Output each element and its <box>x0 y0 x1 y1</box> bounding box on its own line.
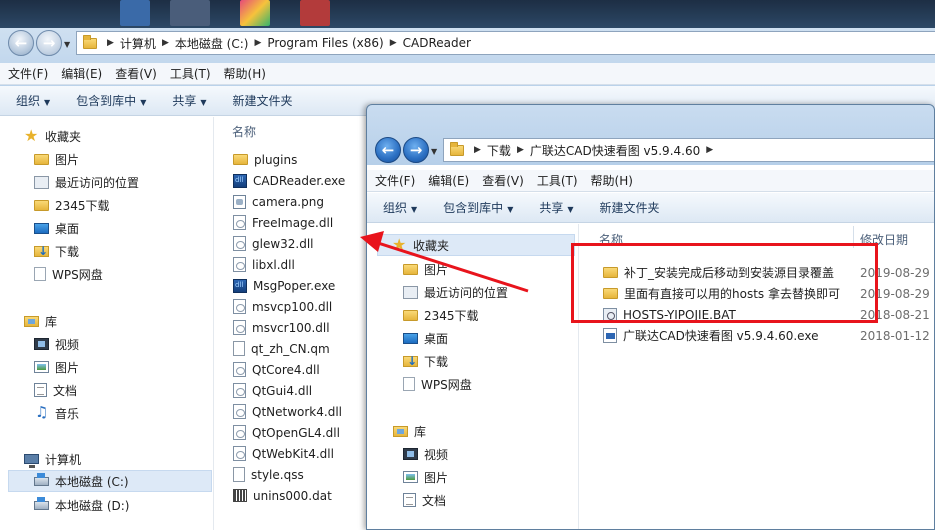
annotation-arrow-icon <box>360 231 529 293</box>
